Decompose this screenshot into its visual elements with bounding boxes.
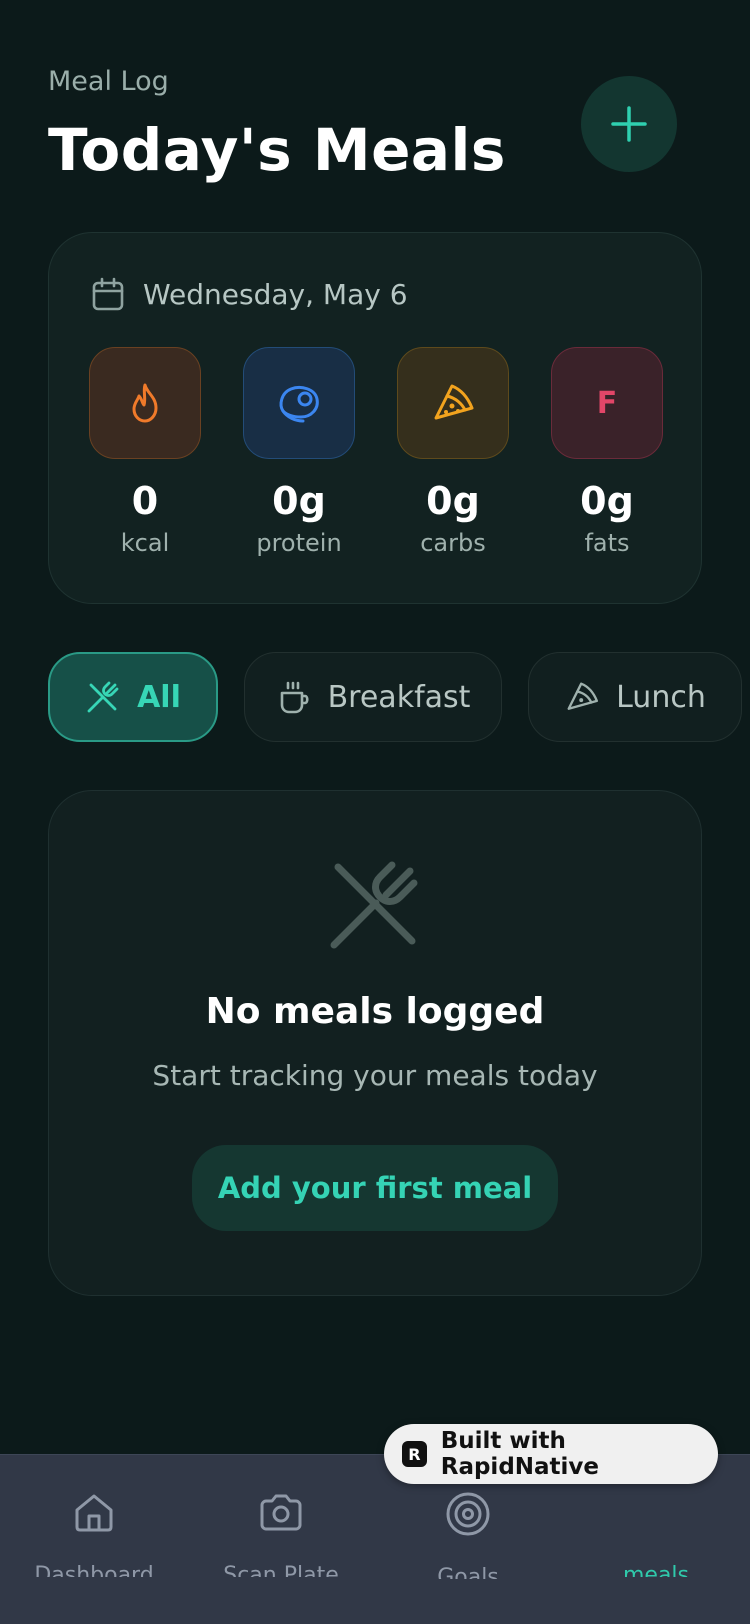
filter-label: Breakfast	[327, 679, 471, 715]
filter-chip-lunch[interactable]: Lunch	[528, 652, 742, 742]
macro-value: 0g	[580, 479, 634, 523]
plus-icon	[611, 106, 647, 142]
target-icon	[446, 1492, 490, 1536]
fats-letter-icon: F	[596, 385, 618, 421]
nav-icon-placeholder	[634, 1491, 678, 1535]
date-row: Wednesday, May 6	[91, 277, 408, 311]
empty-state-subtitle: Start tracking your meals today	[152, 1059, 598, 1092]
nav-item-dashboard[interactable]: Dashboard	[4, 1491, 184, 1577]
nav-label: meals	[622, 1563, 690, 1577]
macro-list: 0 kcal 0g protein 0g carbs F 0g fats	[89, 347, 663, 557]
badge-text: Built with RapidNative	[440, 1428, 600, 1480]
filter-chip-all[interactable]: All	[48, 652, 218, 742]
nav-label: Goals	[437, 1565, 499, 1579]
calendar-icon	[92, 277, 124, 311]
steak-icon	[279, 385, 319, 423]
rapidnative-logo-icon: R	[402, 1441, 427, 1467]
nav-item-meals[interactable]: meals	[566, 1491, 746, 1577]
macro-value: 0g	[272, 479, 326, 523]
add-first-meal-button[interactable]: Add your first meal	[192, 1145, 558, 1231]
utensils-crossed-icon	[330, 861, 418, 949]
pizza-icon	[567, 682, 599, 710]
logo-letter: R	[408, 1444, 421, 1464]
macro-value: 0	[131, 479, 159, 523]
utensils-crossed-icon	[87, 681, 119, 713]
macro-kcal: 0 kcal	[89, 347, 201, 557]
nav-item-scan-plate[interactable]: Scan Plate	[191, 1491, 371, 1577]
header: Meal Log Today's Meals	[48, 66, 702, 186]
built-with-badge[interactable]: R Built with RapidNative	[384, 1424, 718, 1484]
macro-tile-kcal	[89, 347, 201, 459]
filter-chip-breakfast[interactable]: Breakfast	[244, 652, 502, 742]
macro-label: kcal	[120, 529, 170, 557]
macro-fats: F 0g fats	[551, 347, 663, 557]
macro-value: 0g	[426, 479, 480, 523]
daily-summary-card: Wednesday, May 6 0 kcal 0g protein 0g ca…	[48, 232, 702, 604]
filter-label: Lunch	[616, 679, 706, 715]
macro-carbs: 0g carbs	[397, 347, 509, 557]
add-meal-button[interactable]	[581, 76, 677, 172]
camera-icon	[260, 1494, 302, 1531]
macro-protein: 0g protein	[243, 347, 355, 557]
flame-icon	[132, 383, 158, 423]
date-label: Wednesday, May 6	[143, 277, 408, 311]
macro-label: carbs	[420, 529, 486, 557]
pizza-icon	[434, 384, 474, 420]
home-icon	[75, 1494, 113, 1532]
nav-item-goals[interactable]: Goals	[378, 1491, 558, 1579]
macro-tile-fats: F	[551, 347, 663, 459]
macro-tile-protein	[243, 347, 355, 459]
filter-label: All	[137, 679, 181, 715]
empty-state-card: No meals logged Start tracking your meal…	[48, 790, 702, 1296]
nav-label: Dashboard	[34, 1563, 154, 1577]
macro-label: fats	[584, 529, 630, 557]
nav-label: Scan Plate	[223, 1563, 339, 1577]
empty-state-title: No meals logged	[205, 991, 545, 1032]
meal-type-filters: All Breakfast Lunch	[48, 652, 750, 742]
macro-tile-carbs	[397, 347, 509, 459]
page-title: Today's Meals	[48, 116, 506, 184]
coffee-icon	[280, 681, 309, 714]
macro-label: protein	[256, 529, 342, 557]
